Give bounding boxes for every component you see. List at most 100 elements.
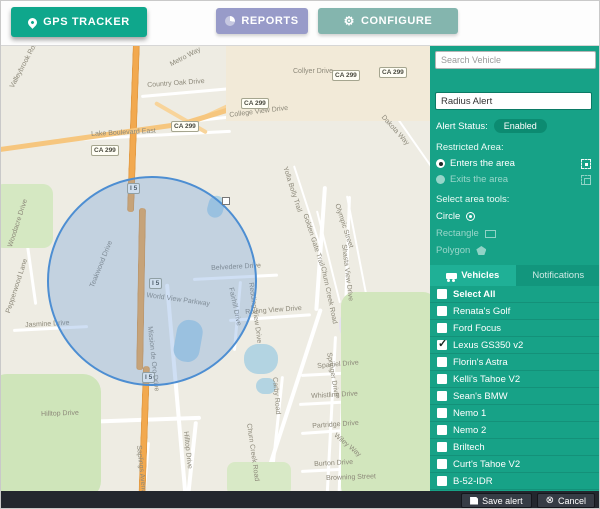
highway-shield: CA 299 — [379, 67, 407, 78]
tool-circle[interactable]: Circle — [436, 211, 595, 222]
vehicle-checkbox[interactable] — [437, 442, 447, 452]
street-label: Collyer Drive — [293, 68, 333, 75]
nav-gps-tracker-button[interactable]: GPS TRACKER — [11, 7, 147, 37]
highway-shield: CA 299 — [171, 121, 199, 132]
map-area-patch — [244, 344, 278, 374]
street-label: Shasta View Drive — [340, 244, 354, 302]
vehicle-label: B-52-IDR — [453, 476, 493, 487]
vehicle-label: Select All — [453, 289, 495, 300]
polygon-tool-icon — [476, 246, 486, 255]
vehicle-row[interactable]: Sean's BMW — [430, 388, 600, 405]
wrench-icon: ⚙ — [344, 15, 355, 27]
alert-name-input[interactable] — [435, 92, 592, 110]
street-label: Pepperwood Lane — [5, 258, 29, 314]
vehicle-row[interactable]: Curt's Tahoe V2 — [430, 456, 600, 473]
vehicle-checkbox[interactable] — [437, 476, 447, 486]
vehicle-checkbox[interactable] — [437, 459, 447, 469]
vehicle-label: Kelli's Tahoe V2 — [453, 374, 520, 385]
exits-area-option[interactable]: Exits the area — [436, 174, 595, 185]
enters-area-option[interactable]: Enters the area — [436, 158, 595, 169]
tool-rectangle-label: Rectangle — [436, 228, 479, 239]
nav-configure-button[interactable]: ⚙ CONFIGURE — [318, 8, 458, 34]
geofence-resize-handle[interactable] — [222, 197, 230, 205]
rectangle-tool-icon — [485, 230, 496, 238]
save-icon — [470, 497, 478, 505]
street-label: Hilltop Drive — [41, 410, 79, 418]
map-canvas[interactable]: CA 299CA 299CA 299CA 299CA 299I 5I 5I 5V… — [1, 46, 430, 491]
tab-notifications[interactable]: Notifications — [516, 265, 600, 286]
vehicle-row[interactable]: Florin's Astra — [430, 354, 600, 371]
nav-gps-tracker-label: GPS TRACKER — [43, 16, 130, 28]
vehicle-checkbox[interactable] — [437, 391, 447, 401]
vehicle-row[interactable]: Nemo 2 — [430, 422, 600, 439]
nav-configure-label: CONFIGURE — [361, 15, 432, 27]
exits-area-option-label: Exits the area — [450, 174, 508, 185]
map-area-patch — [1, 374, 101, 491]
vehicle-row[interactable]: Nemo 1 — [430, 405, 600, 422]
vehicle-checkbox[interactable] — [437, 323, 447, 333]
alert-status-label: Alert Status: — [436, 121, 488, 132]
vehicle-label: Nemo 1 — [453, 408, 486, 419]
alert-status-toggle[interactable]: Enabled — [494, 119, 547, 133]
cancel-label: Cancel — [558, 496, 586, 506]
enters-area-option-label: Enters the area — [450, 158, 515, 169]
search-input[interactable] — [435, 51, 596, 69]
restricted-area-label: Restricted Area: — [436, 142, 595, 153]
vehicle-label: Curt's Tahoe V2 — [453, 459, 520, 470]
vehicle-label: Lexus GS350 v2 — [453, 340, 523, 351]
save-alert-button[interactable]: Save alert — [461, 493, 532, 508]
sidebar-tabs: Vehicles Notifications — [430, 265, 600, 286]
vehicle-label: Renata's Golf — [453, 306, 510, 317]
street-label: Valleybrook Road — [9, 46, 41, 89]
alert-sidebar: Alert Status: Enabled Restricted Area: E… — [430, 46, 600, 491]
street-label: Country Oak Drive — [147, 78, 205, 89]
vehicle-row[interactable]: Lexus GS350 v2 — [430, 337, 600, 354]
exit-area-icon — [581, 175, 591, 185]
vehicle-checkbox[interactable] — [437, 408, 447, 418]
vehicle-row[interactable]: B-52-IDR — [430, 473, 600, 490]
vehicle-label: Sean's BMW — [453, 391, 508, 402]
vehicle-row[interactable]: Kelli's Tahoe V2 — [430, 371, 600, 388]
vehicle-row[interactable]: Renata's Golf — [430, 303, 600, 320]
street-label: Yolla Bolly Trail — [281, 166, 302, 213]
vehicle-row[interactable]: Ford Focus — [430, 320, 600, 337]
vehicle-label: Nemo 2 — [453, 425, 486, 436]
footer-bar: Save alert ⊗ Cancel — [1, 491, 600, 509]
vehicle-label: Ford Focus — [453, 323, 501, 334]
tool-polygon[interactable]: Polygon — [436, 245, 595, 256]
vehicle-row[interactable]: Briltech — [430, 439, 600, 456]
tab-vehicles[interactable]: Vehicles — [430, 265, 516, 286]
nav-reports-button[interactable]: REPORTS — [216, 8, 308, 34]
vehicle-label: Florin's Astra — [453, 357, 508, 368]
tab-vehicles-label: Vehicles — [461, 270, 499, 281]
gps-tracker-app: GPS TRACKER REPORTS ⚙ CONFIGURE CA 299 CA… — [0, 0, 600, 509]
vehicle-checkbox[interactable] — [437, 374, 447, 384]
vehicle-list: Select All Renata's Golf Ford Focus Lexu… — [430, 286, 600, 490]
vehicle-checkbox[interactable] — [437, 425, 447, 435]
tool-circle-label: Circle — [436, 211, 460, 222]
alert-status-row: Alert Status: Enabled — [436, 119, 595, 133]
truck-icon — [446, 273, 457, 279]
cancel-button[interactable]: ⊗ Cancel — [537, 493, 595, 508]
nav-reports-label: REPORTS — [241, 15, 298, 27]
enters-area-radio[interactable] — [436, 159, 445, 168]
exits-area-radio[interactable] — [436, 175, 445, 184]
geofence-circle[interactable] — [47, 176, 257, 386]
tool-polygon-label: Polygon — [436, 245, 470, 256]
pie-chart-icon — [225, 16, 235, 26]
map-pin-icon — [26, 16, 39, 29]
vehicle-checkbox[interactable] — [437, 340, 447, 350]
top-nav: GPS TRACKER REPORTS ⚙ CONFIGURE — [1, 1, 600, 46]
vehicle-checkbox[interactable] — [437, 357, 447, 367]
street-label: Churn Creek Road — [319, 266, 338, 325]
vehicle-checkbox[interactable] — [437, 306, 447, 316]
tool-rectangle[interactable]: Rectangle — [436, 228, 595, 239]
highway-shield: CA 299 — [332, 70, 360, 81]
vehicle-checkbox[interactable] — [437, 289, 447, 299]
area-tools-label: Select area tools: — [436, 194, 595, 205]
vehicle-row[interactable]: Select All — [430, 286, 600, 303]
vehicle-label: Briltech — [453, 442, 485, 453]
highway-shield: CA 299 — [91, 145, 119, 156]
street-label: Metro Way — [169, 46, 202, 68]
save-alert-label: Save alert — [482, 496, 523, 506]
